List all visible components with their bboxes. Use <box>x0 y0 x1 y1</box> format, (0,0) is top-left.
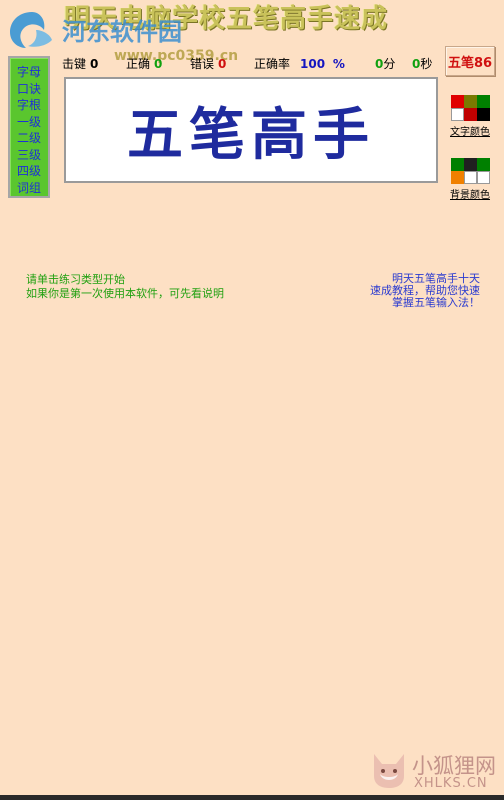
wubi86-mode-button[interactable]: 五笔86 <box>445 46 495 76</box>
text-color-swatch[interactable] <box>464 95 477 108</box>
stat-seconds: 0秒 <box>412 55 432 72</box>
correct-value: 0 <box>154 57 163 71</box>
bg-color-palette <box>451 158 490 184</box>
hint-right-line: 掌握五笔输入法！ <box>392 296 480 309</box>
text-color-swatch[interactable] <box>477 108 490 121</box>
menu-item-level-3[interactable]: 三级 <box>17 147 41 164</box>
hint-right: 明天五笔高手十天 速成教程，帮助您快速 掌握五笔输入法！ <box>362 273 480 309</box>
text-color-label[interactable]: 文字颜色 <box>450 123 490 138</box>
bg-color-swatch[interactable] <box>464 171 477 184</box>
stat-keystrokes: 击键 0 <box>62 55 98 72</box>
accuracy-label: 正确率 <box>254 57 291 71</box>
bg-color-swatch[interactable] <box>451 158 464 171</box>
stats-bar: 击键 0 正确 0 错误 0 正确率 100 % 0分 0秒 <box>62 55 442 73</box>
taskbar-edge <box>0 795 504 800</box>
bg-color-swatch[interactable] <box>464 158 477 171</box>
watermark-logo-icon <box>10 12 52 48</box>
menu-item-level-4[interactable]: 四级 <box>17 163 41 180</box>
watermark-site-name: 河东软件园 <box>62 18 182 46</box>
hint-left-line: 请单击练习类型开始 <box>26 273 125 286</box>
seconds-unit: 秒 <box>420 57 433 71</box>
hint-left: 请单击练习类型开始 如果你是第一次使用本软件，可先看说明 <box>26 273 224 301</box>
menu-item-level-2[interactable]: 二级 <box>17 130 41 147</box>
menu-item-mnemonics[interactable]: 口诀 <box>17 81 41 98</box>
bg-color-swatch[interactable] <box>477 171 490 184</box>
minutes-unit: 分 <box>383 57 396 71</box>
text-color-swatch[interactable] <box>451 95 464 108</box>
hint-left-line: 如果你是第一次使用本软件，可先看说明 <box>26 287 224 300</box>
text-color-swatch[interactable] <box>451 108 464 121</box>
practice-display: 五笔高手 <box>64 77 438 183</box>
stat-errors: 错误 0 <box>190 55 226 72</box>
text-color-swatch[interactable] <box>477 95 490 108</box>
stat-minutes: 0分 <box>375 55 395 72</box>
text-color-swatch[interactable] <box>464 108 477 121</box>
menu-item-level-1[interactable]: 一级 <box>17 114 41 131</box>
display-text: 五笔高手 <box>127 101 375 168</box>
text-color-palette <box>451 95 490 121</box>
stat-accuracy: 正确率 100 % <box>254 55 345 72</box>
stat-correct: 正确 0 <box>126 55 162 72</box>
accuracy-unit: % <box>332 57 345 71</box>
keystrokes-value: 0 <box>90 57 99 71</box>
watermark-bottom: 小狐狸网 XHLKS.CN <box>368 748 500 792</box>
practice-type-menu: 字母 口诀 字根 一级 二级 三级 四级 词组 <box>8 56 50 198</box>
errors-value: 0 <box>218 57 227 71</box>
correct-label: 正确 <box>126 57 151 71</box>
keystrokes-label: 击键 <box>62 57 87 71</box>
menu-item-phrases[interactable]: 词组 <box>17 180 41 197</box>
bg-color-swatch[interactable] <box>451 171 464 184</box>
bg-color-label[interactable]: 背景颜色 <box>450 186 490 201</box>
accuracy-value: 100 <box>300 57 326 71</box>
menu-item-radicals[interactable]: 字根 <box>17 97 41 114</box>
menu-item-letters[interactable]: 字母 <box>17 64 41 81</box>
errors-label: 错误 <box>190 57 215 71</box>
fox-logo-icon <box>374 754 404 788</box>
watermark-bottom-en: XHLKS.CN <box>414 776 488 791</box>
bg-color-swatch[interactable] <box>477 158 490 171</box>
